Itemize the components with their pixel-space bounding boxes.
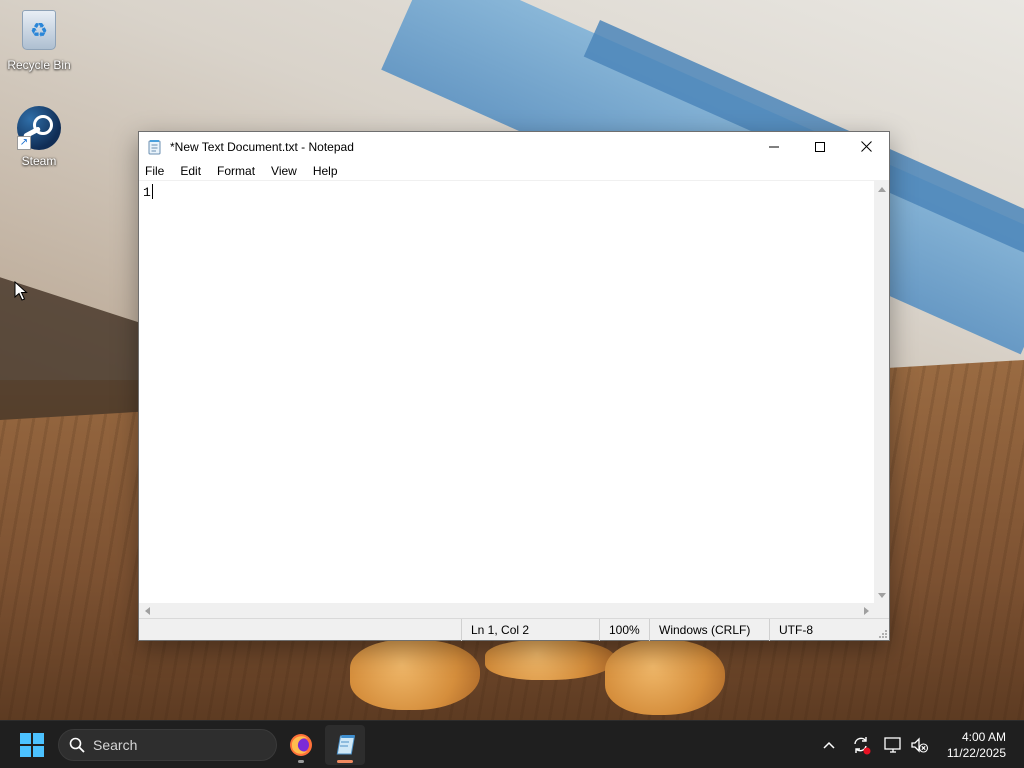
mouse-pointer-icon <box>14 281 28 301</box>
search-label: Search <box>93 737 138 753</box>
taskbar-clock[interactable]: 4:00 AM 11/22/2025 <box>936 729 1006 761</box>
minimize-button[interactable] <box>751 132 797 161</box>
chevron-up-icon <box>823 741 835 749</box>
arrow-up-icon <box>877 186 886 192</box>
arrow-down-icon <box>877 592 886 598</box>
close-icon <box>860 141 872 152</box>
shortcut-arrow-icon: ↗ <box>17 136 31 150</box>
minimize-icon <box>769 146 779 147</box>
sync-icon <box>854 737 871 755</box>
clock-time: 4:00 AM <box>961 730 1006 744</box>
clock-date: 11/22/2025 <box>946 746 1006 760</box>
desktop-icon-steam[interactable]: ↗ Steam <box>1 106 77 168</box>
editor-content: 1 <box>143 185 151 200</box>
recycle-bin-icon: ♻ <box>17 10 61 54</box>
scroll-down-button[interactable] <box>874 588 889 603</box>
status-zoom: 100% <box>599 619 649 641</box>
arrow-right-icon <box>863 606 869 615</box>
volume-muted-icon <box>911 737 929 753</box>
menu-file[interactable]: File <box>139 161 172 181</box>
title-bar[interactable]: *New Text Document.txt - Notepad <box>139 132 889 161</box>
menu-view[interactable]: View <box>263 161 305 181</box>
start-button[interactable] <box>12 729 52 761</box>
horizontal-scrollbar[interactable] <box>139 603 874 618</box>
tray-volume[interactable] <box>907 733 931 757</box>
steam-icon: ↗ <box>17 106 61 150</box>
close-button[interactable] <box>843 132 889 161</box>
search-icon <box>69 737 85 753</box>
display-icon <box>884 737 901 753</box>
window-title: *New Text Document.txt - Notepad <box>170 139 354 154</box>
taskbar-app-notepad[interactable] <box>325 725 365 765</box>
menu-edit[interactable]: Edit <box>172 161 209 181</box>
status-cursor-position: Ln 1, Col 2 <box>461 619 599 641</box>
vertical-scrollbar[interactable] <box>874 181 889 603</box>
notepad-window: *New Text Document.txt - Notepad File Ed… <box>138 131 890 641</box>
text-caret <box>151 184 153 199</box>
menu-bar: File Edit Format View Help <box>139 161 889 181</box>
status-encoding: UTF-8 <box>769 619 874 641</box>
scrollbar-corner <box>874 603 889 618</box>
maximize-icon <box>815 141 825 152</box>
resize-grip-icon[interactable] <box>878 629 887 638</box>
maximize-button[interactable] <box>797 132 843 161</box>
firefox-icon <box>290 734 312 756</box>
tray-sync-status[interactable] <box>849 733 873 757</box>
notepad-icon <box>336 735 356 755</box>
tray-display[interactable] <box>881 733 905 757</box>
wallpaper-food <box>350 640 730 720</box>
tray-overflow-button[interactable] <box>817 733 841 757</box>
desktop-icon-label: Steam <box>21 154 57 168</box>
scroll-right-button[interactable] <box>859 603 874 618</box>
taskbar-app-firefox[interactable] <box>281 725 321 765</box>
app-running-indicator <box>298 760 304 763</box>
status-line-ending: Windows (CRLF) <box>649 619 769 641</box>
arrow-left-icon <box>144 606 150 615</box>
taskbar: Search 4:00 AM 11/22/2025 <box>0 720 1024 768</box>
app-active-indicator <box>337 760 353 763</box>
status-bar: Ln 1, Col 2 100% Windows (CRLF) UTF-8 <box>139 618 889 641</box>
windows-logo-icon <box>20 733 44 757</box>
taskbar-search[interactable]: Search <box>58 729 277 761</box>
desktop-icon-label: Recycle Bin <box>7 58 71 72</box>
text-editor-area[interactable]: 1 <box>139 181 874 603</box>
menu-format[interactable]: Format <box>209 161 263 181</box>
scroll-left-button[interactable] <box>139 603 154 618</box>
desktop-icon-recycle-bin[interactable]: ♻ Recycle Bin <box>1 8 77 72</box>
menu-help[interactable]: Help <box>305 161 346 181</box>
notepad-app-icon <box>147 139 163 155</box>
scroll-up-button[interactable] <box>874 181 889 196</box>
